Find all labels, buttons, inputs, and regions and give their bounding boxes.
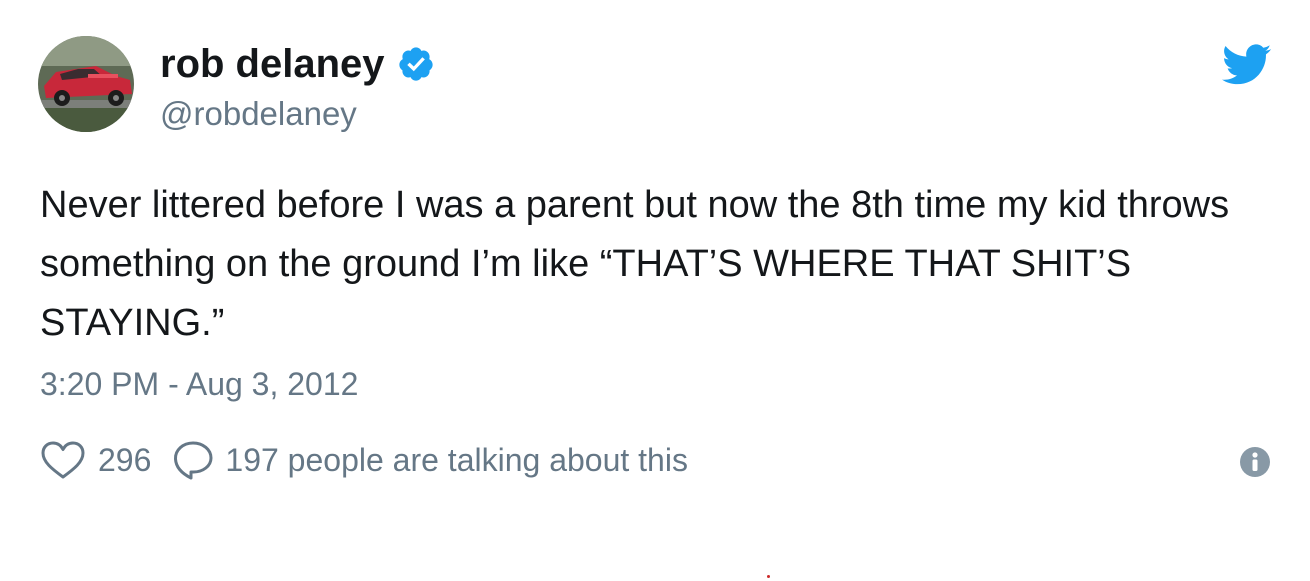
name-row: rob delaney	[160, 38, 435, 90]
verified-badge-icon	[398, 47, 433, 81]
author-block: rob delaney @robdelaney	[160, 38, 435, 136]
tweet-card: rob delaney @robdelaney Never littered b…	[0, 0, 1310, 581]
avatar[interactable]	[38, 36, 134, 132]
reply-button[interactable]: 197 people are talking about this	[171, 439, 688, 481]
user-handle[interactable]: @robdelaney	[160, 92, 435, 136]
tweet-text: Never littered before I was a parent but…	[40, 184, 1230, 344]
speech-bubble-icon	[174, 441, 213, 480]
info-icon[interactable]	[1239, 446, 1271, 478]
like-button[interactable]: 296	[40, 440, 151, 480]
twitter-bird-icon[interactable]	[1222, 44, 1272, 86]
stray-dot	[767, 575, 770, 578]
tweet-actions: 296 197 people are talking about this	[40, 438, 688, 482]
like-count: 296	[98, 441, 152, 478]
heart-icon	[41, 441, 85, 479]
tweet-timestamp[interactable]: 3:20 PM - Aug 3, 2012	[40, 362, 358, 406]
display-name[interactable]: rob delaney	[160, 38, 385, 90]
talking-count: 197 people are talking about this	[225, 441, 688, 478]
